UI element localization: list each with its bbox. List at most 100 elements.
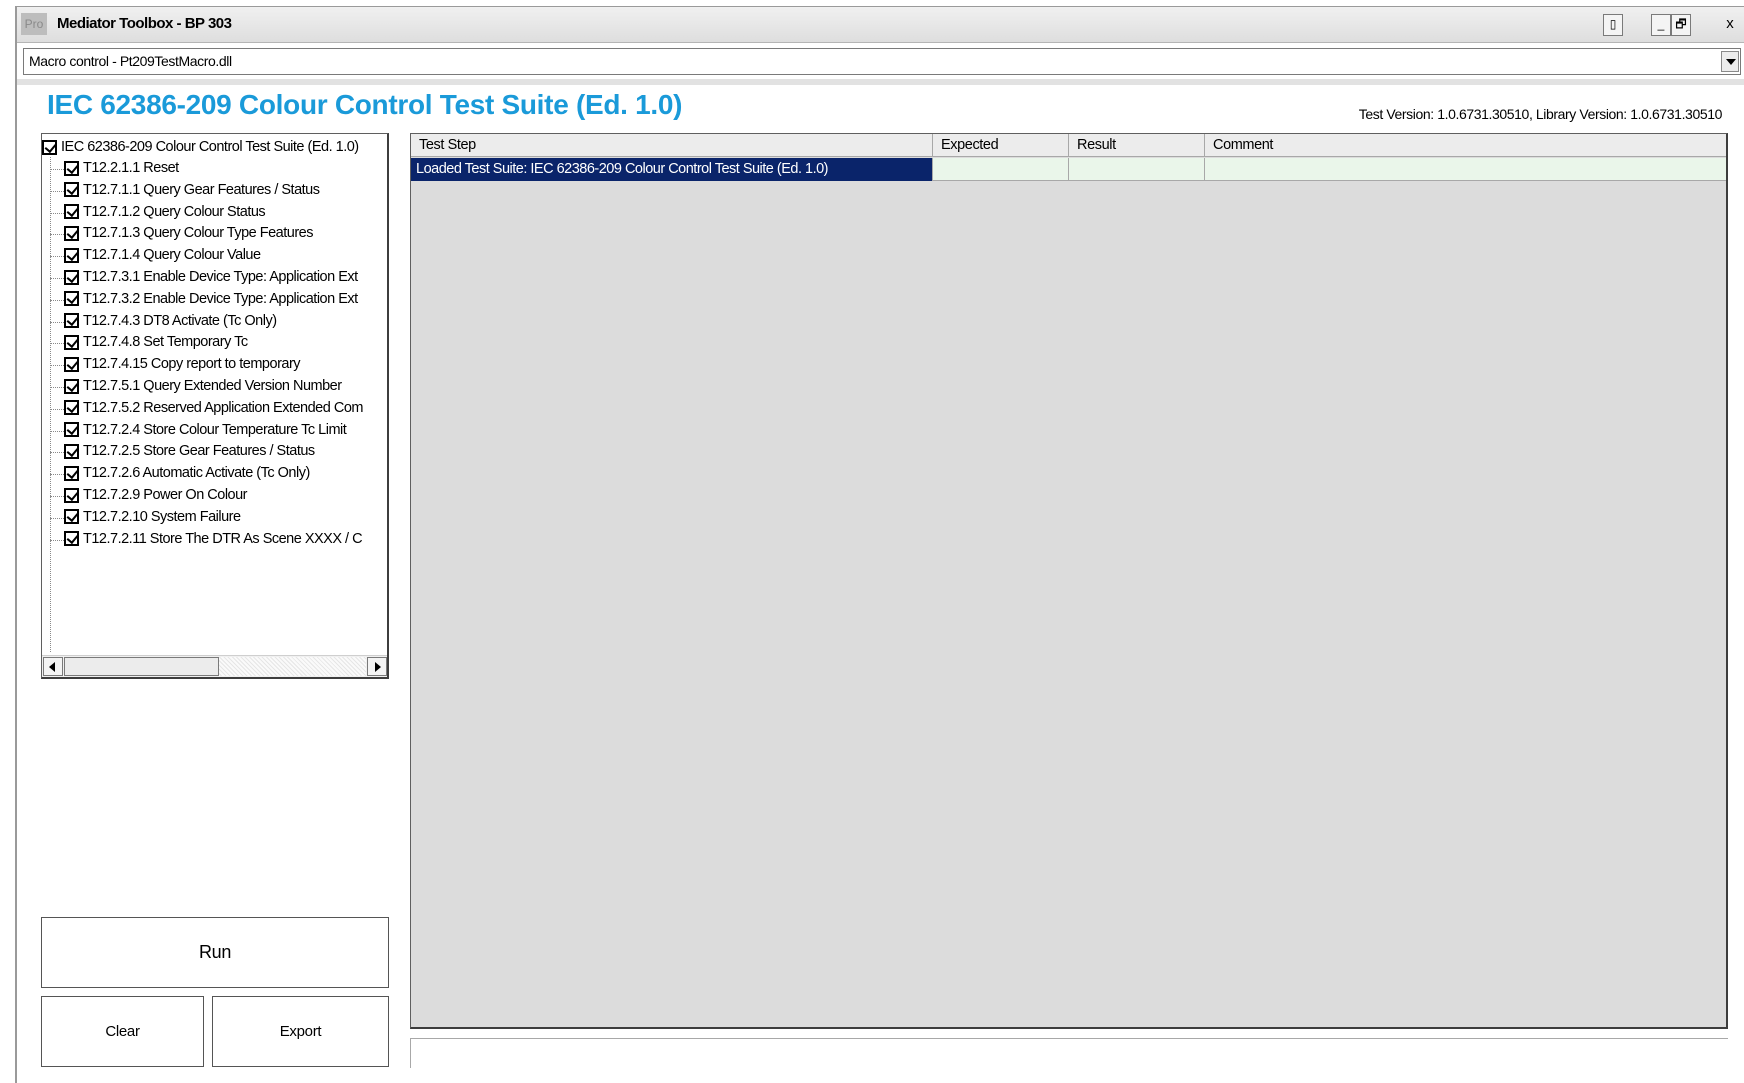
restore-button[interactable]: 🗗 (1671, 14, 1691, 36)
tree-connector (50, 408, 64, 410)
tree-item-label: T12.7.2.4 Store Colour Temperature Tc Li… (83, 421, 347, 438)
minimize-button[interactable]: _ (1651, 14, 1671, 36)
tree-connector (50, 452, 64, 454)
tree-item[interactable]: T12.7.1.2 Query Colour Status (64, 202, 266, 224)
cell-result[interactable] (1069, 158, 1205, 181)
column-header-comment[interactable]: Comment (1205, 134, 1726, 157)
tree-item[interactable]: T12.7.2.9 Power On Colour (64, 485, 248, 507)
run-button[interactable]: Run (41, 917, 389, 988)
tree-connector (50, 517, 64, 519)
tree-item[interactable]: T12.7.1.3 Query Colour Type Features (64, 223, 313, 245)
app-icon: Pro (21, 13, 47, 35)
tree-item-label: T12.7.4.15 Copy report to temporary (83, 356, 301, 373)
tree-item[interactable]: T12.7.4.8 Set Temporary Tc (64, 332, 248, 354)
close-button[interactable]: x (1720, 14, 1740, 36)
tree-connector (50, 278, 64, 279)
macro-control-dropdown[interactable]: Macro control - Pt209TestMacro.dll (23, 48, 1741, 75)
tree-item-label: T12.7.1.2 Query Colour Status (83, 203, 266, 220)
tree-connector (50, 539, 64, 541)
tree-item-label: T12.7.1.3 Query Colour Type Features (83, 225, 313, 242)
column-header-result[interactable]: Result (1069, 134, 1205, 157)
tree-connector (50, 190, 64, 192)
status-strip (410, 1038, 1728, 1068)
tree-connector (50, 365, 64, 367)
table-row[interactable]: Loaded Test Suite: IEC 62386-209 Colour … (411, 158, 1726, 181)
column-header-expected[interactable]: Expected (933, 134, 1069, 157)
tree-item[interactable]: T12.7.4.3 DT8 Activate (Tc Only) (64, 311, 277, 333)
tree-item-label: T12.2.1.1 Reset (83, 160, 179, 176)
tree-item-label: T12.7.4.8 Set Temporary Tc (83, 334, 248, 351)
tree-item-label: T12.7.2.6 Automatic Activate (Tc Only) (83, 465, 310, 482)
tree-connector (50, 234, 64, 236)
tree-item-label: T12.7.1.4 Query Colour Value (83, 247, 261, 264)
checkbox-checked-icon[interactable] (64, 291, 79, 307)
title-bar[interactable]: Pro Mediator Toolbox - BP 303 ▯ _ 🗗 x (17, 7, 1744, 43)
tree-item-label: T12.7.5.1 Query Extended Version Number (83, 378, 342, 394)
tree-item[interactable]: T12.7.2.6 Automatic Activate (Tc Only) (64, 463, 310, 485)
tree-connector (50, 387, 64, 388)
column-header-test-step[interactable]: Test Step (411, 134, 933, 157)
cell-expected[interactable] (933, 158, 1069, 181)
tree-item[interactable]: T12.7.1.1 Query Gear Features / Status (64, 180, 320, 202)
test-tree[interactable]: IEC 62386-209 Colour Control Test Suite … (41, 133, 389, 679)
tree-connector (50, 343, 64, 345)
checkbox-checked-icon[interactable] (64, 182, 79, 198)
tree-root-item[interactable]: IEC 62386-209 Colour Control Test Suite … (42, 137, 359, 159)
checkbox-checked-icon[interactable] (64, 204, 79, 220)
checkbox-checked-icon[interactable] (64, 422, 79, 438)
checkbox-checked-icon[interactable] (64, 335, 79, 351)
tree-item[interactable]: T12.7.5.1 Query Extended Version Number (64, 376, 342, 398)
checkbox-checked-icon[interactable] (64, 378, 79, 394)
tree-connector (50, 169, 64, 170)
tree-horizontal-scrollbar[interactable] (42, 655, 387, 677)
tree-item[interactable]: T12.7.1.4 Query Colour Value (64, 245, 261, 267)
tree-item[interactable]: T12.7.4.15 Copy report to temporary (64, 354, 301, 376)
scroll-left-arrow-icon[interactable] (43, 657, 63, 676)
tree-item-label: T12.7.5.2 Reserved Application Extended … (83, 399, 363, 416)
checkbox-checked-icon[interactable] (64, 313, 79, 329)
checkbox-checked-icon[interactable] (64, 487, 79, 503)
tree-item[interactable]: T12.7.2.11 Store The DTR As Scene XXXX /… (64, 529, 363, 551)
tree-connector (50, 157, 51, 652)
cell-comment[interactable] (1205, 158, 1726, 181)
separator (17, 79, 1744, 85)
tree-item[interactable]: T12.7.2.5 Store Gear Features / Status (64, 441, 315, 463)
checkbox-checked-icon[interactable] (64, 356, 79, 372)
checkbox-checked-icon[interactable] (64, 226, 79, 242)
checkbox-checked-icon[interactable] (64, 269, 79, 285)
checkbox-checked-icon[interactable] (64, 247, 79, 263)
version-info: Test Version: 1.0.6731.30510, Library Ve… (1358, 106, 1723, 122)
checkbox-checked-icon[interactable] (64, 444, 79, 460)
page-title: IEC 62386-209 Colour Control Test Suite … (47, 89, 683, 120)
checkbox-checked-icon[interactable] (64, 160, 79, 176)
tree-connector (50, 496, 64, 497)
tree-item[interactable]: T12.7.3.1 Enable Device Type: Applicatio… (64, 267, 358, 289)
tree-item-label: T12.7.2.9 Power On Colour (83, 487, 248, 503)
checkbox-checked-icon[interactable] (64, 509, 79, 525)
help-button[interactable]: ▯ (1603, 14, 1623, 36)
checkbox-checked-icon[interactable] (64, 400, 79, 416)
checkbox-checked-icon[interactable] (64, 465, 79, 481)
export-button[interactable]: Export (212, 996, 389, 1067)
tree-item-label: T12.7.2.10 System Failure (83, 508, 241, 525)
results-grid[interactable]: Test Step Expected Result Comment Loaded… (410, 133, 1728, 1029)
checkbox-checked-icon[interactable] (42, 139, 57, 155)
tree-item[interactable]: T12.2.1.1 Reset (64, 158, 179, 180)
tree-connector (50, 256, 64, 258)
clear-button[interactable]: Clear (41, 996, 204, 1067)
grid-header: Test Step Expected Result Comment (411, 134, 1726, 157)
tree-connector (50, 430, 64, 432)
tree-item[interactable]: T12.7.2.10 System Failure (64, 507, 241, 529)
chevron-down-icon[interactable] (1721, 51, 1739, 72)
checkbox-checked-icon[interactable] (64, 531, 79, 547)
tree-item-label: T12.7.2.5 Store Gear Features / Status (83, 443, 315, 460)
scroll-right-arrow-icon[interactable] (367, 657, 387, 676)
tree-root-label: IEC 62386-209 Colour Control Test Suite … (61, 139, 359, 155)
cell-test-step[interactable]: Loaded Test Suite: IEC 62386-209 Colour … (411, 158, 933, 181)
tree-item[interactable]: T12.7.2.4 Store Colour Temperature Tc Li… (64, 420, 347, 442)
tree-item-label: T12.7.4.3 DT8 Activate (Tc Only) (83, 312, 277, 329)
scrollbar-thumb[interactable] (64, 657, 219, 676)
tree-item-label: T12.7.3.2 Enable Device Type: Applicatio… (83, 290, 358, 307)
tree-item[interactable]: T12.7.5.2 Reserved Application Extended … (64, 398, 363, 420)
tree-item[interactable]: T12.7.3.2 Enable Device Type: Applicatio… (64, 289, 358, 311)
